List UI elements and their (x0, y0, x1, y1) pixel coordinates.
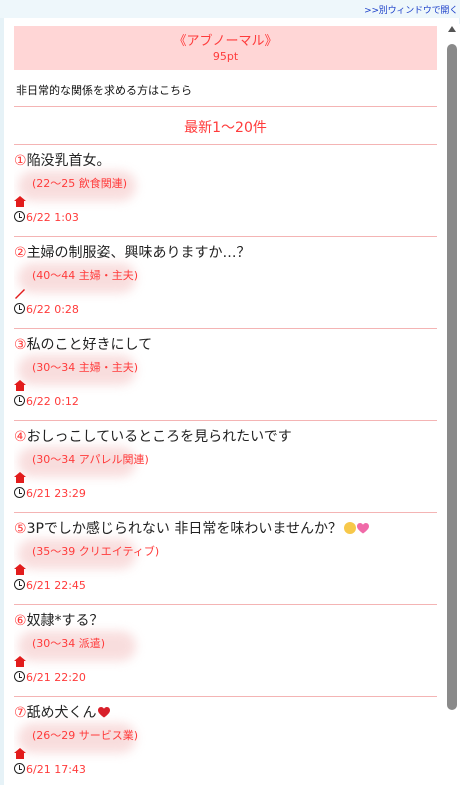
category-description: 非日常的な関係を求める方はこちら (14, 70, 437, 107)
category-title: 《アブノーマル》 (173, 33, 278, 49)
post-number: ① (14, 153, 27, 169)
post-time: 6/22 0:28 (14, 303, 79, 316)
post-title[interactable]: ⑤3Pでしか感じられない 非日常を味わいませんか？ (14, 518, 369, 538)
category-header: 《アブノーマル》 95pt (14, 26, 437, 70)
post-meta: (26〜29 サービス業) (32, 729, 139, 742)
post-title[interactable]: ②主婦の制服姿、興味ありますか…？ (14, 242, 251, 262)
clock-icon (14, 303, 25, 314)
category-points: 95pt (212, 49, 239, 63)
scroll-up-arrow-icon[interactable] (448, 26, 456, 32)
vertical-scrollbar[interactable] (444, 24, 460, 785)
post-title-text: おしっこしているところを見られたいです (26, 429, 292, 445)
post-time-text: 6/21 23:29 (26, 487, 86, 500)
post-time: 6/21 22:20 (14, 671, 86, 684)
pen-icon (15, 289, 25, 299)
scroll-thumb[interactable] (447, 44, 457, 710)
post-title[interactable]: ⑦舐め犬くん (14, 702, 110, 722)
post-meta: (30〜34 アパレル関連) (32, 453, 149, 466)
heart-icon (97, 707, 110, 718)
post-time-text: 6/22 0:28 (26, 303, 79, 316)
home-icon (14, 472, 26, 483)
clock-icon (14, 671, 25, 682)
post-time: 6/22 1:03 (14, 211, 79, 224)
post-item[interactable]: ⑦舐め犬くん (26〜29 サービス業) 6/21 17:43 (14, 697, 437, 785)
clock-icon (14, 487, 25, 498)
top-bar: >>別ウィンドウで開く (0, 0, 460, 18)
post-time-text: 6/21 22:45 (26, 579, 86, 592)
clock-icon (14, 211, 25, 222)
post-time-text: 6/22 1:03 (26, 211, 79, 224)
post-title-text: 奴隷*する？ (26, 613, 104, 629)
post-meta: (35〜39 クリエイティブ) (32, 545, 160, 558)
post-item[interactable]: ④おしっこしているところを見られたいです (30〜34 アパレル関連) 6/21… (14, 421, 437, 513)
post-title-text: 主婦の制服姿、興味ありますか…？ (26, 245, 251, 261)
post-time: 6/21 23:29 (14, 487, 86, 500)
post-meta: (30〜34 派遣) (32, 637, 106, 650)
clock-icon (14, 763, 25, 774)
home-icon (14, 380, 26, 391)
post-title-text: 私のこと好きにして (26, 337, 153, 353)
post-time: 6/22 0:12 (14, 395, 79, 408)
section-title: 最新1〜20件 (14, 107, 437, 145)
post-title[interactable]: ③私のこと好きにして (14, 334, 152, 354)
post-item[interactable]: ③私のこと好きにして (30〜34 主婦・主夫) 6/22 0:12 (14, 329, 437, 421)
post-number: ③ (14, 337, 27, 353)
home-icon (14, 564, 26, 575)
smiley-face-icon (343, 522, 356, 534)
post-number: ⑥ (14, 613, 27, 629)
home-icon (14, 656, 26, 667)
post-title[interactable]: ④おしっこしているところを見られたいです (14, 426, 292, 446)
post-title-text: 舐め犬くん (26, 705, 97, 721)
content-frame: 《アブノーマル》 95pt 非日常的な関係を求める方はこちら 最新1〜20件 ①… (4, 18, 459, 785)
post-number: ⑤ (14, 521, 27, 537)
post-item[interactable]: ②主婦の制服姿、興味ありますか…？ (40〜44 主婦・主夫) 6/22 0:2… (14, 237, 437, 329)
post-number: ④ (14, 429, 27, 445)
post-number: ② (14, 245, 27, 261)
home-icon (14, 748, 26, 759)
post-meta: (30〜34 主婦・主夫) (32, 361, 139, 374)
post-item[interactable]: ⑥奴隷*する？ (30〜34 派遣) 6/21 22:20 (14, 605, 437, 697)
post-item[interactable]: ⑤3Pでしか感じられない 非日常を味わいませんか？ (35〜39 クリエイティブ… (14, 513, 437, 605)
post-time: 6/21 17:43 (14, 763, 86, 776)
clock-icon (14, 579, 25, 590)
post-time-text: 6/22 0:12 (26, 395, 79, 408)
post-time-text: 6/21 22:20 (26, 671, 86, 684)
open-new-window-link[interactable]: >>別ウィンドウで開く (364, 3, 458, 16)
post-item[interactable]: ①陥没乳首女。 (22〜25 飲食関連) 6/22 1:03 (14, 145, 437, 237)
post-title[interactable]: ⑥奴隷*する？ (14, 610, 104, 630)
post-title-text: 陥没乳首女。 (26, 153, 111, 169)
main-content: 《アブノーマル》 95pt 非日常的な関係を求める方はこちら 最新1〜20件 ①… (14, 26, 437, 785)
post-number: ⑦ (14, 705, 27, 721)
post-title-text: 3Pでしか感じられない 非日常を味わいませんか？ (26, 521, 342, 537)
post-time: 6/21 22:45 (14, 579, 86, 592)
home-icon (14, 196, 26, 207)
post-meta: (22〜25 飲食関連) (32, 177, 128, 190)
post-time-text: 6/21 17:43 (26, 763, 86, 776)
post-title[interactable]: ①陥没乳首女。 (14, 150, 111, 170)
heart-icon (356, 523, 369, 534)
clock-icon (14, 395, 25, 406)
post-meta: (40〜44 主婦・主夫) (32, 269, 139, 282)
